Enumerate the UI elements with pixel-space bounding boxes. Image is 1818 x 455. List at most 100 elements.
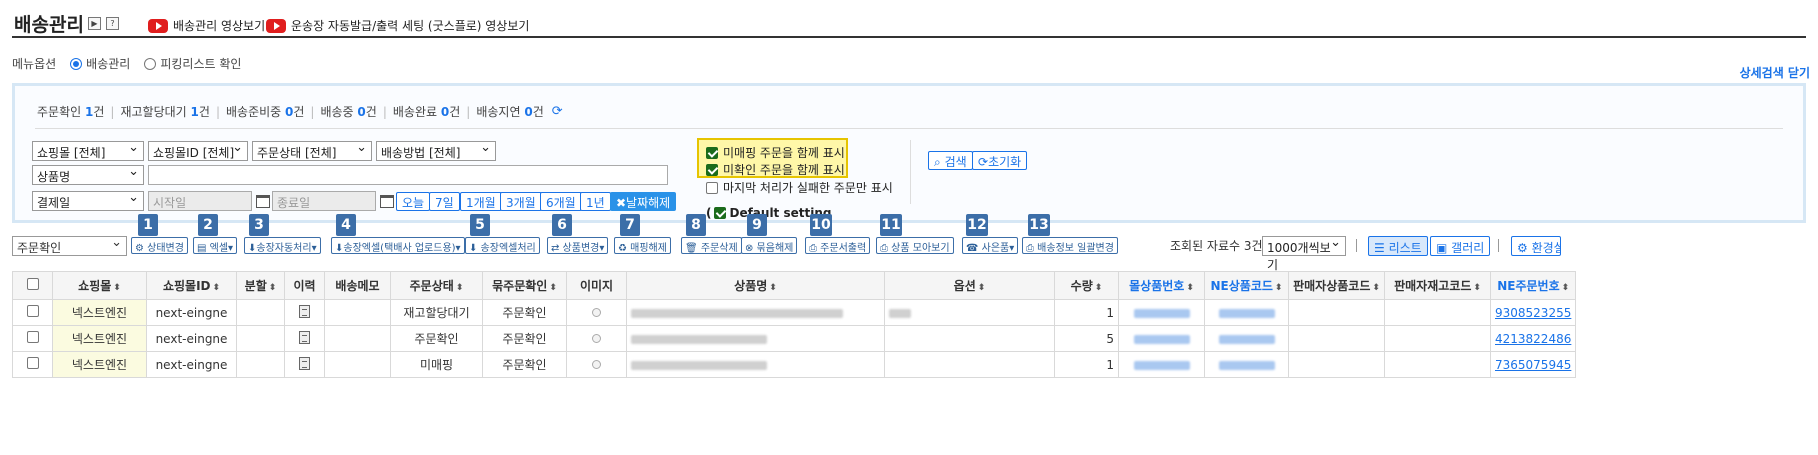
page-size-select[interactable]: 1000개씩보기 (1262, 235, 1346, 272)
product-image-icon[interactable] (592, 333, 601, 343)
calendar-icon[interactable] (380, 195, 394, 208)
ne-product-code-blurred[interactable] (1218, 308, 1275, 318)
col-ne-order-no[interactable]: NE주문번호 ⬍ (1489, 271, 1577, 300)
col-shop-id[interactable]: 쇼핑몰ID ⬍ (146, 271, 237, 300)
order-delete-button[interactable]: 🗑 주문삭제 (681, 237, 742, 254)
product-collect-button[interactable]: ⎙ 상품 모아보기 (876, 237, 954, 254)
status-order-confirm[interactable]: 주문확인 1건 (37, 103, 104, 120)
detail-search-close-link[interactable]: 상세검색 닫기 (1740, 64, 1810, 81)
video-link-delivery[interactable]: 배송관리 영상보기 (148, 17, 265, 34)
date-clear-button[interactable]: ✖날짜해제 (610, 192, 677, 211)
col-seller-product-code[interactable]: 판매자상품코드 ⬍ (1288, 271, 1385, 300)
select-all-checkbox[interactable] (26, 278, 39, 290)
seller-stock-code-cell (1384, 351, 1491, 378)
status-stock-wait[interactable]: 재고할당대기 1건 (120, 103, 209, 120)
show-failed-only-checkbox[interactable]: 마지막 처리가 실패한 주문만 표시 (706, 179, 893, 196)
status-delivered[interactable]: 배송완료 0건 (393, 103, 460, 120)
table-row[interactable]: 넥스트엔진 next-eingne 주문확인 주문확인 5 4213822486 (12, 325, 1577, 352)
refresh-icon[interactable]: ⟳ (552, 104, 563, 119)
select-all-cell[interactable] (12, 271, 53, 300)
auto-waybill-button[interactable]: ⬇송장자동처리▾ (244, 237, 321, 254)
start-date-input[interactable]: 시작일 (148, 191, 252, 211)
ne-order-no-link[interactable]: 4213822486 (1489, 325, 1577, 352)
row-checkbox[interactable] (26, 357, 39, 369)
row-checkbox[interactable] (26, 331, 39, 343)
shop-id-select[interactable]: 쇼핑몰ID [전체] (148, 140, 248, 161)
date-3m-button[interactable]: 3개월 (500, 192, 542, 211)
shop-id-cell: next-eingne (146, 351, 237, 378)
date-6m-button[interactable]: 6개월 (540, 192, 582, 211)
col-split[interactable]: 분할 ⬍ (236, 271, 285, 300)
product-image-icon[interactable] (592, 307, 601, 317)
ne-order-no-link[interactable]: 9308523255 (1489, 299, 1577, 326)
col-qty[interactable]: 수량 ⬍ (1054, 271, 1119, 300)
waybill-excel-process-button[interactable]: ⬇ 송장엑셀처리 (465, 237, 540, 254)
col-shop[interactable]: 쇼핑몰 ⬍ (52, 271, 147, 300)
calendar-icon[interactable] (256, 195, 270, 208)
date-1m-button[interactable]: 1개월 (460, 192, 502, 211)
play-icon[interactable]: ▶ (88, 17, 101, 30)
checkbox[interactable] (706, 181, 718, 194)
row-checkbox[interactable] (26, 305, 39, 317)
col-mall-product-no[interactable]: 몰상품번호 ⬍ (1118, 271, 1205, 300)
step-badge-9: 9 (747, 214, 767, 236)
waybill-excel-button[interactable]: ⬇송장엑셀(택배사 업로드용)▾ (331, 237, 465, 254)
mall-product-no-blurred[interactable] (1133, 334, 1190, 344)
default-setting-checkbox[interactable] (714, 207, 727, 219)
list-view-button[interactable]: ☰ 리스트 (1368, 236, 1428, 256)
ne-order-no-link[interactable]: 7365075945 (1489, 351, 1577, 378)
show-unmapped-checkbox[interactable]: 미매핑 주문을 함께 표시 (706, 144, 845, 161)
col-product-name[interactable]: 상품명 ⬍ (626, 271, 885, 300)
col-seller-stock-code[interactable]: 판매자재고코드 ⬍ (1384, 271, 1491, 300)
history-icon[interactable] (299, 356, 310, 370)
date-field-select[interactable]: 결제일 (32, 190, 144, 211)
col-ne-product-code[interactable]: NE상품코드 ⬍ (1204, 271, 1289, 300)
ne-product-code-blurred[interactable] (1218, 334, 1275, 344)
checkbox[interactable] (706, 146, 718, 159)
checkbox[interactable] (706, 163, 718, 176)
table-row[interactable]: 넥스트엔진 next-eingne 미매핑 주문확인 1 7365075945 (12, 351, 1577, 378)
status-shipping[interactable]: 배송중 0건 (320, 103, 376, 120)
excel-button[interactable]: ▤ 엑셀▾ (193, 237, 238, 254)
video-link-waybill[interactable]: 운송장 자동발급/출력 세팅 (굿스플로) 영상보기 (266, 17, 529, 34)
unmap-button[interactable]: ♻ 매핑해제 (614, 237, 671, 254)
product-image-icon[interactable] (592, 359, 601, 369)
toolbar-status-select[interactable]: 주문확인 (12, 235, 127, 256)
col-history: 이력 (284, 271, 325, 300)
gift-button[interactable]: ☎ 사은품▾ (962, 237, 1019, 254)
end-date-input[interactable]: 종료일 (272, 191, 376, 211)
show-unconfirmed-checkbox[interactable]: 미확인 주문을 함께 표시 (706, 161, 845, 178)
order-print-button[interactable]: ⎙ 주문서출력 (805, 237, 871, 254)
mall-product-no-blurred[interactable] (1133, 308, 1190, 318)
status-change-button[interactable]: ⚙ 상태변경 (131, 237, 188, 254)
bundle-release-button[interactable]: ⊗ 묶음해제 (741, 237, 798, 254)
status-delayed[interactable]: 배송지연 0건 (476, 103, 543, 120)
gallery-view-button[interactable]: ▣ 갤러리 (1430, 236, 1491, 256)
date-1y-button[interactable]: 1년 (580, 192, 611, 211)
bulk-ship-info-button[interactable]: ⎙ 배송정보 일괄변경 (1022, 237, 1118, 254)
history-icon[interactable] (299, 330, 310, 344)
col-option[interactable]: 옵션 ⬍ (884, 271, 1055, 300)
product-search-input[interactable] (148, 165, 668, 185)
date-7d-button[interactable]: 7일 (429, 192, 460, 211)
order-status-select[interactable]: 주문상태 [전체] (252, 140, 372, 161)
confirm-cell: 주문확인 (482, 351, 567, 378)
product-field-select[interactable]: 상품명 (32, 164, 144, 185)
col-bundle-confirm[interactable]: 묶주문확인 ⬍ (482, 271, 567, 300)
status-preparing[interactable]: 배송준비중 0건 (226, 103, 304, 120)
col-order-status[interactable]: 주문상태 ⬍ (390, 271, 483, 300)
ne-product-code-blurred[interactable] (1218, 360, 1275, 370)
search-button[interactable]: ⌕ 검색 (928, 151, 973, 170)
reset-button[interactable]: ⟳초기화 (972, 151, 1028, 170)
radio-picking-list[interactable] (144, 57, 157, 70)
table-row[interactable]: 넥스트엔진 next-eingne 재고할당대기 주문확인 1 93085232… (12, 299, 1577, 326)
product-change-button[interactable]: ⇄ 상품변경▾ (547, 237, 609, 254)
help-icon[interactable]: ? (106, 17, 119, 30)
shop-select[interactable]: 쇼핑몰 [전체] (32, 140, 144, 161)
date-today-button[interactable]: 오늘 (396, 192, 431, 211)
history-icon[interactable] (299, 304, 310, 318)
mall-product-no-blurred[interactable] (1133, 360, 1190, 370)
env-setting-button[interactable]: ⚙ 환경설 (1511, 236, 1561, 256)
ship-method-select[interactable]: 배송방법 [전체] (376, 140, 496, 161)
radio-delivery-manage[interactable] (70, 57, 83, 70)
